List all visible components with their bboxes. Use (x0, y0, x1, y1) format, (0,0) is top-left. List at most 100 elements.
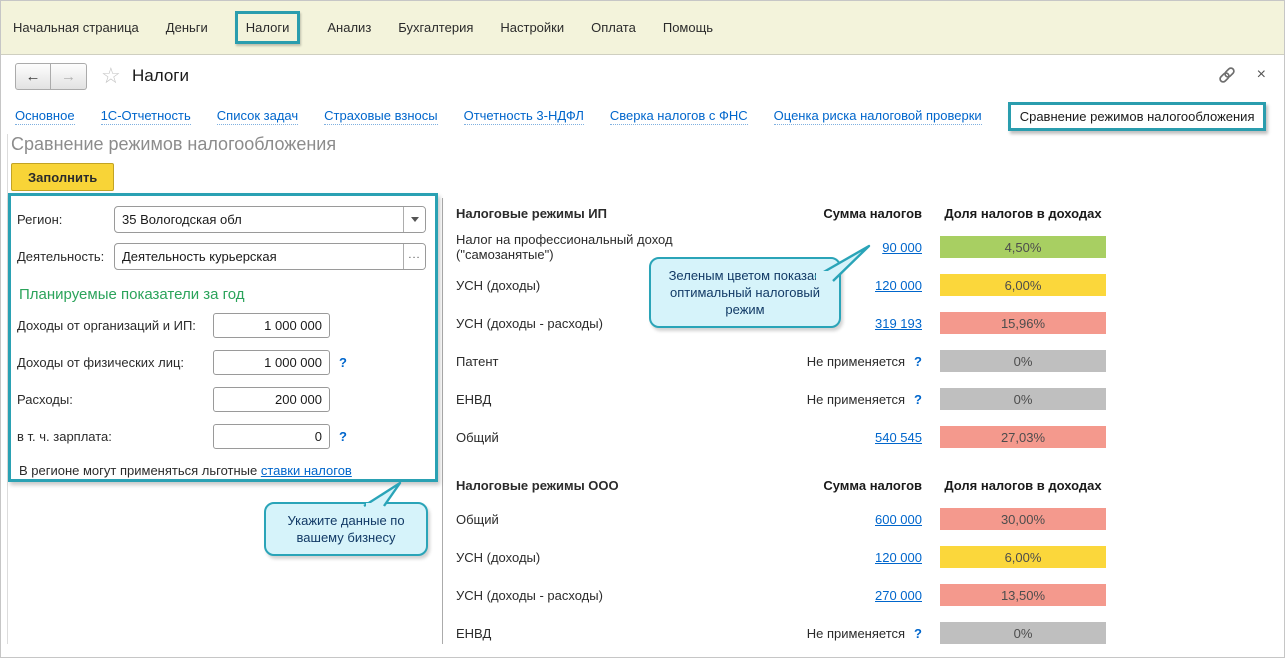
regime-name: УСН (доходы - расходы) (456, 588, 772, 603)
section-tabs: Основное 1С-Отчетность Список задач Страхов… (15, 100, 1265, 132)
help-icon[interactable]: ? (914, 626, 922, 641)
tab-Страховые взносы[interactable]: Страховые взносы (324, 108, 437, 125)
sum-link[interactable]: 319 193 (875, 316, 922, 331)
table-row: Общий600 00030,00% (456, 500, 1106, 538)
column-share-header: Доля налогов в доходах (940, 478, 1106, 493)
tax-rates-link[interactable]: ставки налогов (261, 463, 352, 478)
activity-input[interactable]: Деятельность курьерская ... (114, 243, 426, 270)
help-icon[interactable]: ? (339, 355, 347, 370)
menu-item-Оплата[interactable]: Оплата (591, 20, 636, 35)
forward-button[interactable]: → (51, 63, 87, 90)
optimal-regime-text: Зеленым цветом показан оптимальный налог… (669, 268, 822, 317)
tab-Оценка риска налоговой проверки[interactable]: Оценка риска налоговой проверки (774, 108, 982, 125)
main-menu-bar: Начальная страница Деньги Налоги Анализ Бухг… (1, 1, 1284, 55)
column-title: Налоговые режимы ИП (456, 206, 772, 221)
form-field-row: Доходы от организаций и ИП:1 000 000 (17, 313, 427, 338)
tab-Сравнение режимов налогообложения[interactable]: Сравнение режимов налогообложения (1008, 102, 1267, 131)
planned-indicators-fields: Доходы от организаций и ИП:1 000 000Дохо… (17, 313, 427, 449)
table-row: ЕНВДНе применяется?0% (456, 614, 1106, 652)
share-cell: 4,50% (940, 236, 1106, 258)
share-cell: 30,00% (940, 508, 1106, 530)
column-title: Налоговые режимы ООО (456, 478, 772, 493)
form-hint-text: Укажите данные по вашему бизнесу (287, 513, 404, 545)
tab-Список задач[interactable]: Список задач (217, 108, 298, 125)
tax-table-section: Налоговые режимы ОООСумма налогов Доля на… (456, 470, 1106, 652)
help-icon[interactable]: ? (339, 429, 347, 444)
sum-cell: Не применяется? (772, 392, 922, 407)
menu-item-Настройки[interactable]: Настройки (500, 20, 564, 35)
page-title: Сравнение режимов налогообложения (11, 134, 336, 155)
share-bar: 0% (940, 622, 1106, 644)
tab-Основное[interactable]: Основное (15, 108, 75, 125)
planned-indicators-heading: Планируемые показатели за год (19, 286, 427, 303)
share-bar: 4,50% (940, 236, 1106, 258)
share-bar: 30,00% (940, 508, 1106, 530)
share-cell: 0% (940, 622, 1106, 644)
fill-button[interactable]: Заполнить (11, 163, 114, 191)
share-cell: 6,00% (940, 274, 1106, 296)
field-input[interactable]: 1 000 000 (213, 313, 330, 338)
optimal-regime-callout: Зеленым цветом показан оптимальный налог… (649, 257, 841, 328)
favorite-star-icon[interactable]: ☆ (101, 63, 121, 89)
help-icon[interactable]: ? (914, 354, 922, 369)
menu-item-Начальная страница[interactable]: Начальная страница (13, 20, 139, 35)
sum-cell: Не применяется? (772, 626, 922, 641)
region-label: Регион: (17, 212, 114, 227)
table-row: Общий 540 545 27,03% (456, 418, 1106, 456)
menu-item-Анализ[interactable]: Анализ (327, 20, 371, 35)
callout-tail (811, 243, 873, 283)
help-icon[interactable]: ? (914, 392, 922, 407)
region-value: 35 Вологодская обл (115, 207, 403, 232)
sum-link[interactable]: 90 000 (882, 240, 922, 255)
tab-Отчетность 3-НДФЛ[interactable]: Отчетность 3-НДФЛ (464, 108, 584, 125)
column-sum-header: Сумма налогов (772, 478, 922, 493)
activity-browse-button[interactable]: ... (403, 244, 425, 269)
callout-tail (354, 481, 406, 507)
form-field-row: Доходы от физических лиц:1 000 000? (17, 350, 427, 375)
regime-name: Патент (456, 354, 772, 369)
back-arrow-icon: ← (26, 68, 41, 85)
form-field-row: Расходы:200 000 (17, 387, 427, 412)
share-bar: 27,03% (940, 426, 1106, 448)
field-input[interactable]: 0 (213, 424, 330, 449)
field-input[interactable]: 200 000 (213, 387, 330, 412)
not-applicable-text: Не применяется (807, 626, 905, 641)
field-label: Доходы от организаций и ИП: (17, 318, 213, 333)
panel-divider (442, 198, 443, 644)
sum-link[interactable]: 120 000 (875, 278, 922, 293)
nav-row: ← → ☆ Налоги × (1, 55, 1284, 101)
region-dropdown-button[interactable] (403, 207, 425, 232)
share-bar: 15,96% (940, 312, 1106, 334)
menu-item-Помощь[interactable]: Помощь (663, 20, 713, 35)
share-cell: 0% (940, 388, 1106, 410)
activity-value: Деятельность курьерская (115, 244, 403, 269)
share-cell: 13,50% (940, 584, 1106, 606)
regime-name: ЕНВД (456, 392, 772, 407)
close-icon[interactable]: × (1257, 65, 1266, 85)
chevron-down-icon (411, 217, 419, 222)
menu-item-Бухгалтерия[interactable]: Бухгалтерия (398, 20, 473, 35)
sum-link[interactable]: 540 545 (875, 430, 922, 445)
sum-link[interactable]: 600 000 (875, 512, 922, 527)
tab-Сверка налогов с ФНС[interactable]: Сверка налогов с ФНС (610, 108, 748, 125)
menu-item-Деньги[interactable]: Деньги (166, 20, 208, 35)
regime-name: Общий (456, 430, 772, 445)
menu-item-Налоги[interactable]: Налоги (235, 11, 301, 44)
share-cell: 27,03% (940, 426, 1106, 448)
region-rates-note: В регионе могут применяться льготные ста… (19, 463, 427, 478)
form-hint-callout: Укажите данные по вашему бизнесу (264, 502, 428, 556)
share-bar: 6,00% (940, 274, 1106, 296)
sum-link[interactable]: 120 000 (875, 550, 922, 565)
field-input[interactable]: 1 000 000 (213, 350, 330, 375)
table-row: УСН (доходы)120 0006,00% (456, 538, 1106, 576)
copy-link-icon[interactable] (1217, 65, 1237, 85)
tab-1С-Отчетность[interactable]: 1С-Отчетность (101, 108, 191, 125)
sum-link[interactable]: 270 000 (875, 588, 922, 603)
sum-cell: 540 545 (772, 430, 922, 445)
form-field-row: в т. ч. зарплата:0? (17, 424, 427, 449)
back-button[interactable]: ← (15, 63, 51, 90)
region-select[interactable]: 35 Вологодская обл (114, 206, 426, 233)
column-sum-header: Сумма налогов (772, 206, 922, 221)
table-header-row: Налоговые режимы ОООСумма налогов Доля на… (456, 470, 1106, 500)
not-applicable-text: Не применяется (807, 392, 905, 407)
